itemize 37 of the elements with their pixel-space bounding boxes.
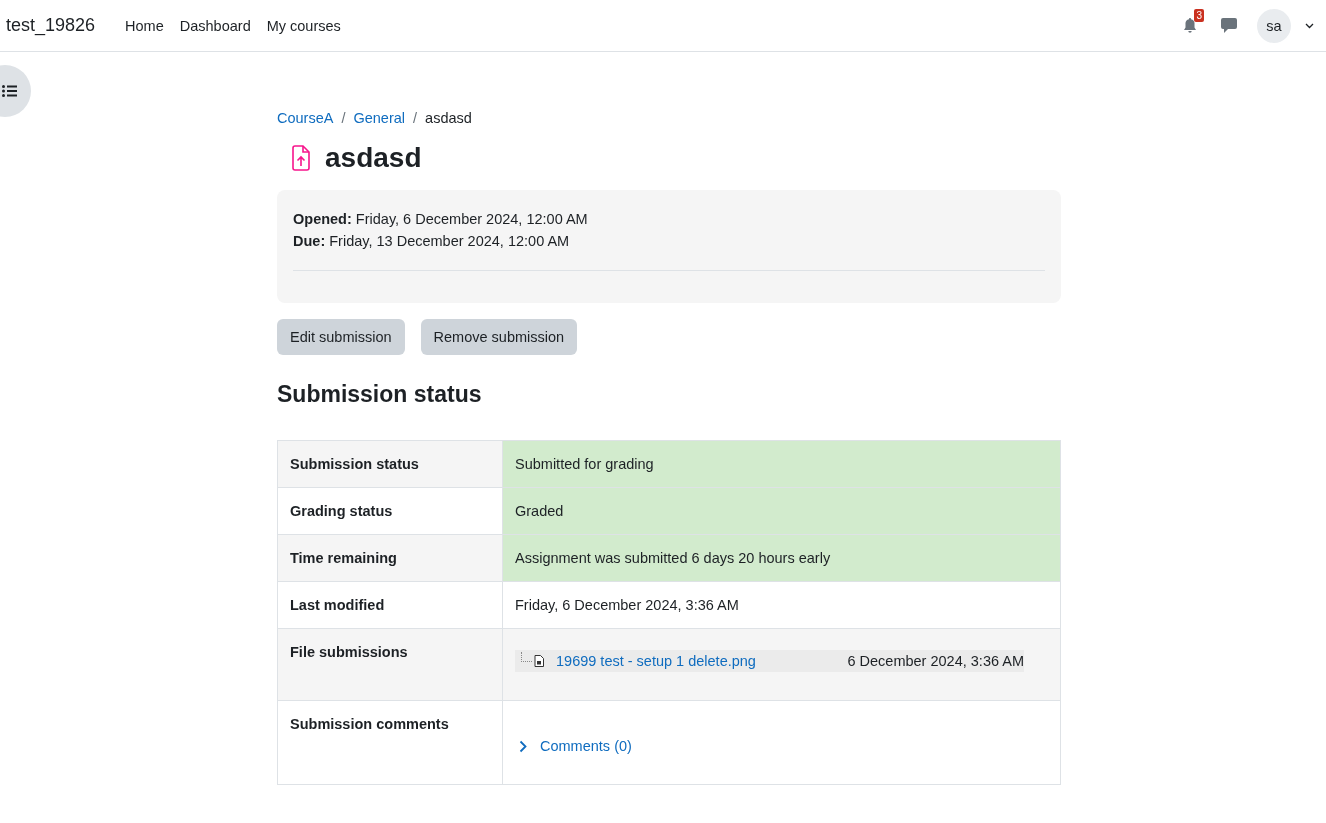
row-label: Last modified	[277, 581, 503, 629]
breadcrumb-link[interactable]: General	[353, 110, 406, 126]
comments-link[interactable]: Comments (0)	[519, 738, 632, 754]
status-value: Graded	[515, 503, 564, 519]
chat-bubble-icon[interactable]	[1221, 18, 1237, 33]
bell-icon[interactable]	[1183, 18, 1197, 33]
row-label: File submissions	[277, 628, 503, 701]
nav-link[interactable]: Dashboard	[179, 17, 251, 34]
breadcrumb-separator: /	[413, 110, 418, 126]
breadcrumb-current: asdasd	[425, 110, 472, 126]
caret-icon[interactable]	[1305, 22, 1314, 29]
file-date: 6 December 2024, 3:36 AM	[847, 653, 1024, 669]
action-button[interactable]: Remove submission	[420, 319, 578, 355]
row-label: Submission comments	[277, 700, 503, 785]
breadcrumb-link[interactable]: CourseA	[277, 110, 334, 126]
notification-count: 3	[1194, 9, 1204, 22]
page-title: asdasd	[325, 142, 422, 174]
list-icon	[2, 85, 17, 97]
breadcrumb-separator: /	[341, 110, 346, 126]
image-file-icon	[534, 655, 544, 667]
date-line: Due: Friday, 13 December 2024, 12:00 AM	[293, 232, 571, 251]
user-avatar[interactable]: sa	[1257, 8, 1291, 43]
row-label: Submission status	[277, 440, 503, 488]
file-link[interactable]: 19699 test - setup 1 delete.png	[556, 653, 756, 669]
site-name[interactable]: test_19826	[6, 15, 96, 36]
status-value: Friday, 6 December 2024, 3:36 AM	[515, 597, 739, 613]
status-value: Assignment was submitted 6 days 20 hours early	[515, 550, 831, 566]
row-label: Time remaining	[277, 534, 503, 582]
file-upload-icon	[291, 145, 311, 171]
nav-link[interactable]: My courses	[266, 17, 341, 34]
action-button[interactable]: Edit submission	[277, 319, 405, 355]
nav-link[interactable]: Home	[125, 17, 164, 34]
status-value: Submitted for grading	[515, 456, 654, 472]
section-heading: Submission status	[277, 381, 483, 408]
chevron-icon	[519, 739, 528, 753]
date-line: Opened: Friday, 6 December 2024, 12:00 AM	[293, 210, 589, 229]
row-label: Grading status	[277, 487, 503, 535]
